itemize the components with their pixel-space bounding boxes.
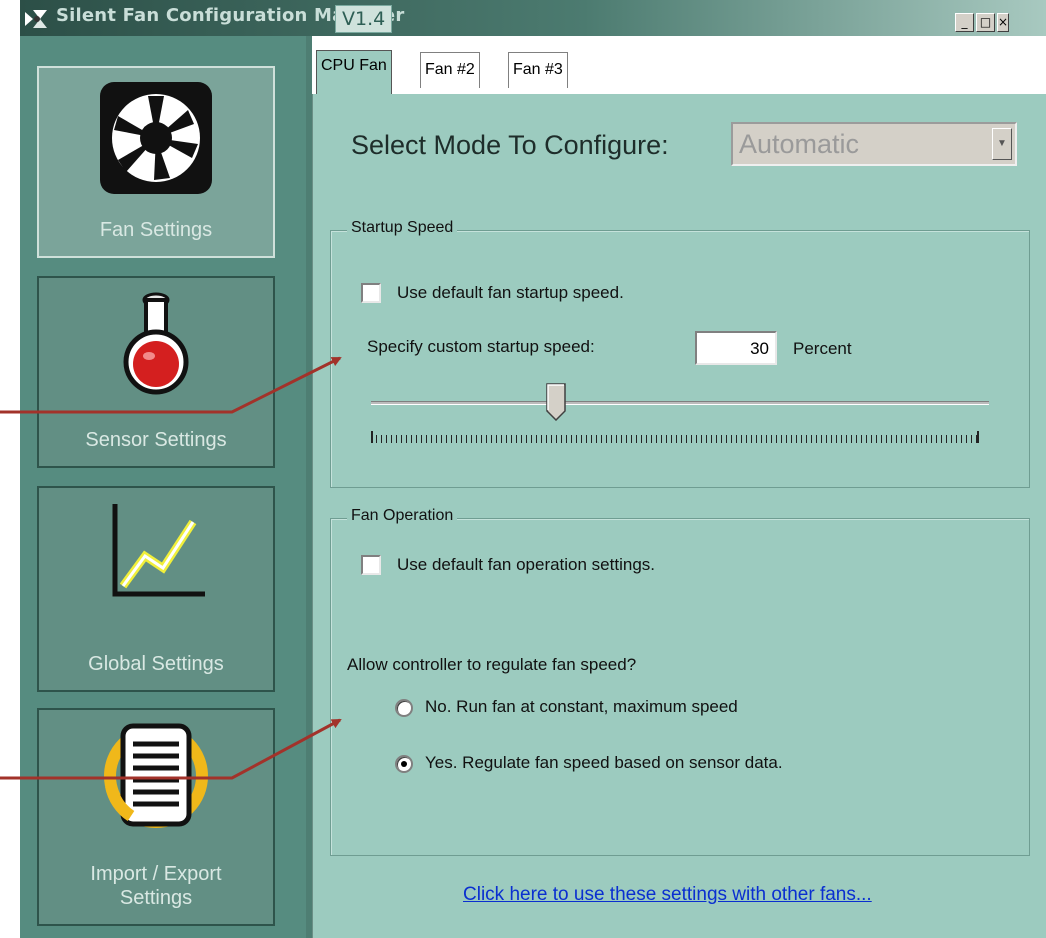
maximize-button[interactable]: □ — [976, 13, 995, 32]
default-startup-label: Use default fan startup speed. — [397, 283, 624, 302]
regulate-question: Allow controller to regulate fan speed? — [347, 655, 637, 674]
startup-speed-input[interactable]: 30 — [695, 331, 777, 365]
fan-settings-panel: Select Mode To Configure: Automatic ▼ St… — [312, 94, 1046, 938]
startup-speed-group: Startup Speed Use default fan startup sp… — [330, 219, 1030, 488]
sidebar-item-label: Sensor Settings — [85, 429, 227, 451]
custom-startup-label: Specify custom startup speed: — [367, 337, 595, 356]
sidebar-item-label: Global Settings — [88, 653, 224, 675]
radio-regulate-speed-label: Yes. Regulate fan speed based on sensor … — [425, 753, 783, 772]
flask-icon — [123, 292, 189, 395]
chevron-down-icon[interactable]: ▼ — [992, 128, 1012, 160]
default-startup-checkbox[interactable] — [361, 283, 381, 303]
mode-label: Select Mode To Configure: — [351, 130, 669, 160]
radio-regulate-speed[interactable] — [395, 755, 413, 773]
radio-constant-speed[interactable] — [395, 699, 413, 717]
title-bar[interactable]: Silent Fan Configuration Manager V1.4 _ … — [20, 0, 1046, 36]
close-button[interactable]: × — [997, 13, 1009, 32]
default-operation-checkbox[interactable] — [361, 555, 381, 575]
radio-constant-speed-label: No. Run fan at constant, maximum speed — [425, 697, 738, 716]
tab-fan-3[interactable]: Fan #3 — [508, 52, 568, 88]
fan-operation-legend: Fan Operation — [347, 507, 458, 525]
sidebar-item-label-line2: Settings — [119, 887, 193, 909]
version-label: V1.4 — [335, 5, 393, 33]
slider-tick-start — [371, 431, 373, 443]
line-chart-icon — [112, 504, 205, 597]
tab-fan-2[interactable]: Fan #2 — [420, 52, 480, 88]
fan-icon — [100, 82, 212, 194]
app-window: Silent Fan Configuration Manager V1.4 _ … — [20, 0, 1046, 938]
sidebar-item-label: Import / Export — [90, 863, 222, 885]
document-sync-icon — [104, 723, 208, 828]
sidebar-item-label-group: Import / Export Settings — [39, 862, 273, 910]
sidebar: Fan Settings Sensor Settings Global Sett… — [20, 36, 306, 938]
minimize-button[interactable]: _ — [955, 13, 974, 32]
startup-speed-legend: Startup Speed — [347, 219, 458, 237]
apply-to-other-fans-link[interactable]: Click here to use these settings with ot… — [463, 884, 872, 906]
sidebar-item-global-settings[interactable]: Global Settings — [37, 486, 275, 692]
slider-tick-end — [977, 431, 979, 443]
startup-slider-ticks — [371, 435, 977, 443]
sidebar-item-label: Fan Settings — [99, 219, 213, 241]
startup-slider-thumb[interactable] — [546, 383, 567, 421]
sidebar-item-import-export[interactable]: Import / Export Settings — [37, 708, 275, 926]
radio-selected-dot — [401, 761, 407, 767]
mode-select[interactable]: Automatic ▼ — [731, 122, 1017, 166]
mode-value: Automatic — [739, 129, 860, 159]
tab-cpu-fan[interactable]: CPU Fan — [316, 50, 392, 94]
sidebar-item-fan-settings[interactable]: Fan Settings — [37, 66, 275, 258]
percent-unit-label: Percent — [793, 339, 852, 358]
default-operation-label: Use default fan operation settings. — [397, 555, 655, 574]
fan-operation-group: Fan Operation Use default fan operation … — [330, 507, 1030, 856]
tab-strip: CPU Fan Fan #2 Fan #3 — [312, 36, 1046, 94]
app-icon — [25, 10, 47, 28]
startup-slider-track[interactable] — [371, 401, 989, 405]
sidebar-item-sensor-settings[interactable]: Sensor Settings — [37, 276, 275, 468]
